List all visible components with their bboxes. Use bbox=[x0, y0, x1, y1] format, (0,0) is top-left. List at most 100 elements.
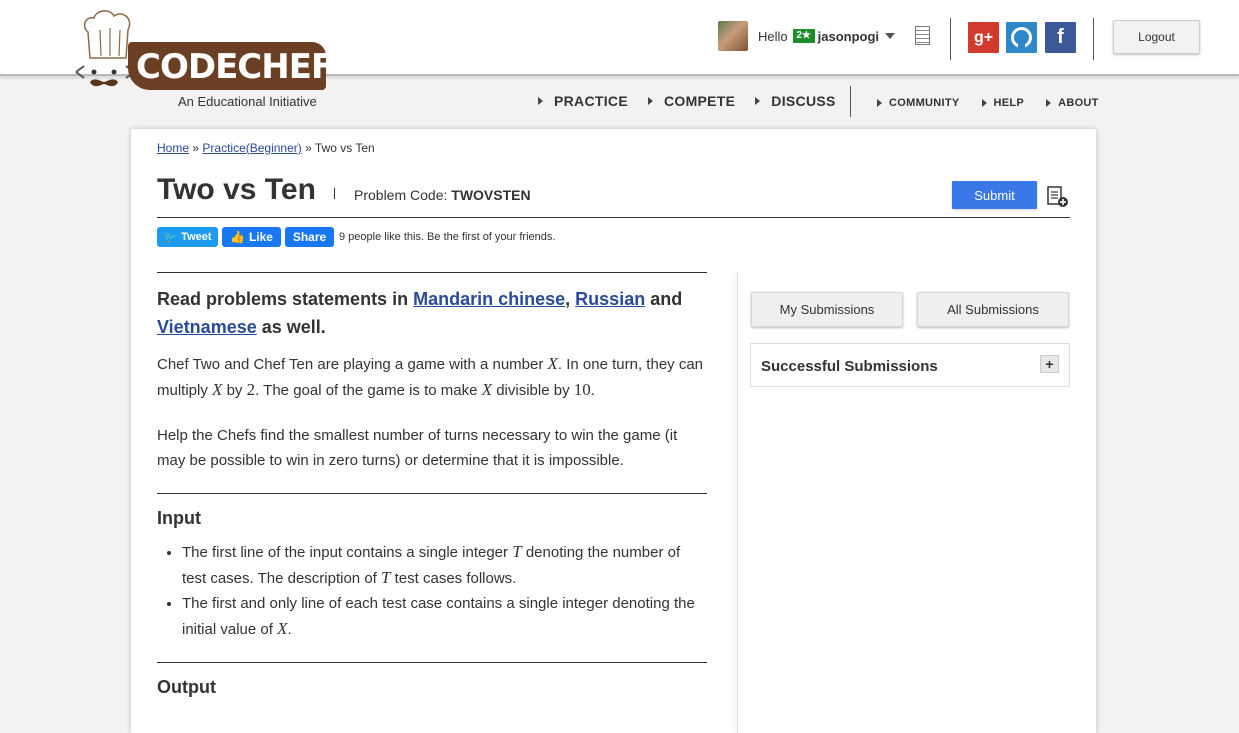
lang-suffix: as well. bbox=[261, 317, 326, 337]
tweet-button[interactable]: 🐦 Tweet bbox=[157, 227, 218, 247]
column-divider bbox=[737, 272, 738, 733]
triangle-right-icon bbox=[647, 97, 653, 105]
share-bar: 🐦 Tweet 👍 Like Share 9 people like this. B… bbox=[157, 227, 555, 247]
nav-divider bbox=[850, 86, 851, 117]
google-plus-icon[interactable]: g+ bbox=[968, 22, 999, 53]
title-divider bbox=[334, 188, 335, 199]
breadcrumb-home-link[interactable]: Home bbox=[157, 141, 189, 155]
nav-discuss[interactable]: DISCUSS bbox=[755, 93, 835, 109]
star-rating-badge: 2★ bbox=[792, 29, 815, 43]
facebook-icon[interactable]: f bbox=[1045, 22, 1076, 53]
facebook-like-button[interactable]: 👍 Like bbox=[222, 227, 281, 247]
text: . bbox=[590, 382, 595, 399]
input-list: The first line of the input contains a s… bbox=[182, 539, 707, 642]
nav-label: COMPETE bbox=[663, 93, 736, 109]
expand-icon[interactable]: + bbox=[1040, 355, 1059, 373]
text: test cases follows. bbox=[394, 570, 517, 587]
like-label: Like bbox=[248, 230, 273, 244]
title-rule bbox=[157, 217, 1070, 218]
text: The first and only line of each test cas… bbox=[182, 595, 695, 638]
breadcrumb: Home » Practice(Beginner) » Two vs Ten bbox=[157, 141, 375, 155]
github-glyph bbox=[1011, 27, 1032, 48]
facebook-share-button[interactable]: Share bbox=[285, 227, 334, 247]
nav-label: HELP bbox=[993, 97, 1025, 109]
text: Chef Two and Chef Ten are playing a game… bbox=[157, 356, 544, 373]
chef-face-icon bbox=[75, 65, 136, 87]
page-title: Two vs Ten bbox=[157, 173, 316, 206]
text: The first line of the input contains a s… bbox=[182, 544, 509, 561]
problem-code-value: TWOVSTEN bbox=[451, 187, 531, 203]
triangle-right-icon bbox=[755, 97, 761, 105]
username[interactable]: jasonpogi bbox=[818, 29, 879, 44]
nav-about[interactable]: ABOUT bbox=[1046, 97, 1099, 109]
add-to-list-icon[interactable] bbox=[1047, 186, 1069, 208]
logo-tagline: An Educational Initiative bbox=[178, 94, 317, 109]
triangle-right-icon bbox=[1046, 99, 1052, 107]
statement-paragraph-2: Help the Chefs find the smallest number … bbox=[157, 427, 678, 469]
nav-label: DISCUSS bbox=[771, 93, 836, 109]
logout-button[interactable]: Logout bbox=[1113, 20, 1200, 54]
math-var: T bbox=[512, 542, 522, 561]
nav-help[interactable]: HELP bbox=[981, 97, 1025, 109]
text: by bbox=[226, 382, 243, 399]
link-mandarin[interactable]: Mandarin chinese bbox=[413, 289, 565, 309]
math-num: 10 bbox=[573, 380, 591, 399]
section-rule bbox=[157, 662, 707, 663]
avatar[interactable] bbox=[718, 21, 748, 51]
chevron-down-icon[interactable] bbox=[885, 33, 896, 39]
problem-code-label: Problem Code: bbox=[354, 187, 448, 203]
header-divider bbox=[950, 18, 951, 60]
section-rule bbox=[157, 272, 707, 273]
math-var: X bbox=[277, 619, 288, 638]
nav-compete[interactable]: COMPETE bbox=[647, 93, 736, 109]
header-divider-2 bbox=[1093, 18, 1094, 60]
breadcrumb-separator: » bbox=[305, 141, 312, 155]
thumbs-up-icon: 👍 bbox=[230, 230, 245, 244]
nav-label: PRACTICE bbox=[554, 93, 628, 109]
lang-prefix: Read problems statements in bbox=[157, 289, 409, 309]
my-submissions-button[interactable]: My Submissions bbox=[751, 292, 903, 327]
greeting-text: Hello bbox=[758, 28, 788, 44]
math-num: 2 bbox=[246, 380, 256, 399]
math-var: X bbox=[481, 380, 493, 399]
language-links: Read problems statements in Mandarin chi… bbox=[157, 285, 707, 341]
text: divisible by bbox=[496, 382, 570, 399]
text: . bbox=[287, 621, 292, 638]
all-submissions-button[interactable]: All Submissions bbox=[917, 292, 1069, 327]
notes-icon[interactable] bbox=[915, 26, 930, 45]
likes-count-text: 9 people like this. Be the first of your… bbox=[339, 231, 556, 243]
problem-card: Home » Practice(Beginner) » Two vs Ten T… bbox=[131, 129, 1096, 733]
github-icon[interactable] bbox=[1006, 22, 1037, 53]
successful-submissions-panel[interactable]: Successful Submissions + bbox=[750, 343, 1070, 387]
output-heading: Output bbox=[157, 677, 216, 697]
nav-label: COMMUNITY bbox=[889, 97, 960, 109]
triangle-right-icon bbox=[877, 99, 882, 107]
list-item: The first line of the input contains a s… bbox=[182, 539, 707, 591]
math-var: T bbox=[381, 568, 391, 587]
problem-statement: Read problems statements in Mandarin chi… bbox=[157, 272, 707, 698]
statement-paragraph-1: Chef Two and Chef Ten are playing a game… bbox=[157, 351, 707, 403]
twitter-bird-icon: 🐦 bbox=[163, 231, 178, 244]
successful-submissions-label: Successful Submissions bbox=[761, 358, 938, 375]
problem-code: Problem Code: TWOVSTEN bbox=[354, 187, 531, 203]
lang-comma: , bbox=[565, 289, 571, 309]
breadcrumb-separator: » bbox=[192, 141, 200, 155]
secondary-nav: COMMUNITY HELP ABOUT bbox=[877, 97, 1121, 109]
link-russian[interactable]: Russian bbox=[575, 289, 645, 309]
triangle-right-icon bbox=[538, 97, 543, 105]
tweet-label: Tweet bbox=[181, 231, 212, 243]
lang-and: and bbox=[650, 289, 683, 309]
breadcrumb-practice-link[interactable]: Practice(Beginner) bbox=[202, 141, 301, 155]
nav-practice[interactable]: PRACTICE bbox=[538, 93, 628, 109]
input-heading: Input bbox=[157, 508, 201, 528]
section-rule bbox=[157, 493, 707, 494]
math-var: X bbox=[547, 354, 558, 373]
main-nav: PRACTICE COMPETE DISCUSS bbox=[538, 93, 856, 109]
codechef-logo[interactable]: CODECHEF An Educational Initiative bbox=[74, 10, 334, 110]
triangle-right-icon bbox=[981, 99, 987, 107]
nav-community[interactable]: COMMUNITY bbox=[877, 97, 960, 109]
link-vietnamese[interactable]: Vietnamese bbox=[157, 317, 257, 337]
user-info[interactable]: Hello 2★ jasonpogi bbox=[718, 20, 896, 52]
submit-button[interactable]: Submit bbox=[952, 181, 1037, 209]
nav-label: ABOUT bbox=[1058, 97, 1099, 109]
